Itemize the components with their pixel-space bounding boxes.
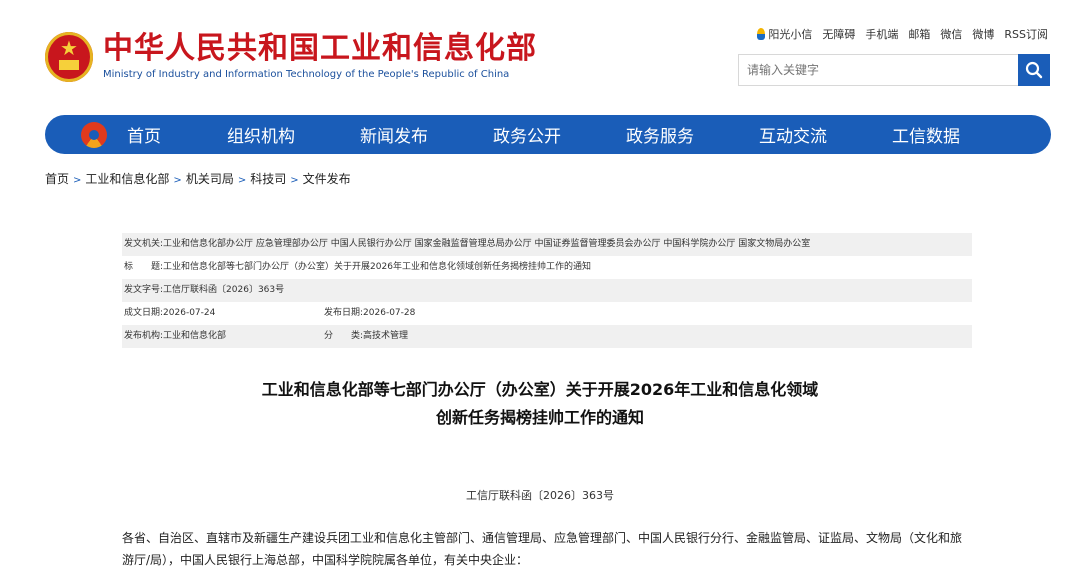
miit-logo-icon [81,121,107,148]
nav-data[interactable]: 工信数据 [892,122,1025,147]
meta-value: 工业和信息化部办公厅 应急管理部办公厅 中国人民银行办公厅 国家金融监督管理总局… [163,239,811,249]
meta-value: 工业和信息化部 [163,331,227,341]
meta-label: 发文字号: [124,285,164,295]
meta-label: 发文机关: [124,239,164,249]
main-nav: 首页 组织机构 新闻发布 政务公开 政务服务 互动交流 工信数据 [45,115,1051,154]
site-name-en: Ministry of Industry and Information Tec… [103,69,510,80]
top-links: 阳光小信 无障碍 手机端 邮箱 微信 微博 RSS订阅 [747,26,1048,42]
meta-value: 2026-07-24 [163,308,216,318]
nav-services[interactable]: 政务服务 [626,122,759,147]
article-title-line: 创新任务揭榜挂帅工作的通知 [435,408,644,427]
search-input[interactable] [738,54,1018,86]
meta-value: 2026-07-28 [363,308,416,318]
toplink-mobile[interactable]: 手机端 [865,26,898,42]
meta-value: 工信厅联科函〔2026〕363号 [163,285,285,295]
search-icon [1025,61,1043,79]
meta-label: 发布日期: [324,308,364,318]
meta-label: 分 类: [324,331,364,341]
search-button[interactable] [1018,54,1050,86]
breadcrumb-departments[interactable]: 机关司局 [186,172,234,186]
site-name-cn: 中华人民共和国工业和信息化部 [103,31,537,66]
breadcrumb-separator: > [290,175,299,186]
breadcrumb-documents[interactable]: 文件发布 [303,172,351,186]
nav-organization[interactable]: 组织机构 [227,122,360,147]
national-emblem-icon: ★ [45,32,93,82]
header: ★ 中华人民共和国工业和信息化部 Ministry of Industry an… [0,0,1080,115]
meta-row-issuer: 发文机关:工业和信息化部办公厅 应急管理部办公厅 中国人民银行办公厅 国家金融监… [122,233,972,256]
toplink-sunshine[interactable]: 阳光小信 [768,26,812,42]
meta-label: 标 题: [124,262,164,272]
meta-row-dates: 成文日期:2026-07-24 发布日期:2026-07-28 [122,302,972,325]
breadcrumb-ministry[interactable]: 工业和信息化部 [85,172,169,186]
nav-news[interactable]: 新闻发布 [360,122,493,147]
article-title-line: 工业和信息化部等七部门办公厅（办公室）关于开展2026年工业和信息化领域 [261,380,819,399]
toplink-accessibility[interactable]: 无障碍 [822,26,855,42]
site-logo[interactable]: ★ 中华人民共和国工业和信息化部 Ministry of Industry an… [45,32,537,82]
toplink-wechat[interactable]: 微信 [940,26,962,42]
meta-row-docno: 发文字号:工信厅联科函〔2026〕363号 [122,279,972,302]
meta-label: 发布机构: [124,331,164,341]
document-meta-table: 发文机关:工业和信息化部办公厅 应急管理部办公厅 中国人民银行办公厅 国家金融监… [122,233,972,348]
toplink-weibo[interactable]: 微博 [972,26,994,42]
toplink-rss[interactable]: RSS订阅 [1004,26,1048,42]
article-docno: 工信厅联科函〔2026〕363号 [466,489,614,502]
article-title: 工业和信息化部等七部门办公厅（办公室）关于开展2026年工业和信息化领域 创新任… [0,376,1080,432]
breadcrumb: 首页 > 工业和信息化部 > 机关司局 > 科技司 > 文件发布 [45,170,351,187]
meta-value: 工业和信息化部等七部门办公厅（办公室）关于开展2026年工业和信息化领域创新任务… [163,262,591,272]
search-bar [738,54,1050,86]
breadcrumb-separator: > [237,175,247,186]
article-body: 各省、自治区、直辖市及新疆生产建设兵团工业和信息化主管部门、通信管理局、应急管理… [122,531,963,567]
meta-row-org: 发布机构:工业和信息化部 分 类:高技术管理 [122,325,972,348]
nav-home[interactable]: 首页 [127,122,227,147]
sunshine-icon [757,28,766,40]
meta-label: 成文日期: [124,308,164,318]
meta-value: 高技术管理 [363,331,409,341]
breadcrumb-separator: > [173,175,182,186]
toplink-mail[interactable]: 邮箱 [908,26,930,42]
breadcrumb-home[interactable]: 首页 [45,172,69,186]
breadcrumb-tech-dept[interactable]: 科技司 [250,172,286,186]
nav-government-affairs[interactable]: 政务公开 [493,122,626,147]
breadcrumb-separator: > [73,175,82,186]
nav-interaction[interactable]: 互动交流 [759,122,892,147]
meta-row-title: 标 题:工业和信息化部等七部门办公厅（办公室）关于开展2026年工业和信息化领域… [122,256,972,279]
